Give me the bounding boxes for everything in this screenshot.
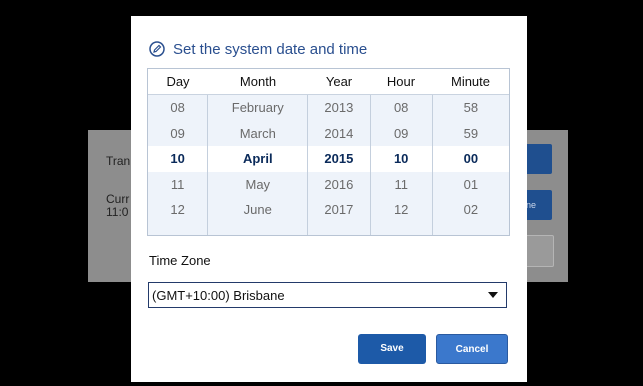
background-label: Curr — [106, 192, 130, 206]
wheel-option[interactable]: 58 — [433, 95, 509, 121]
date-time-picker[interactable]: Day Month Year Hour Minute 08 09 10 11 1… — [147, 68, 510, 236]
wheel-option[interactable]: May — [208, 172, 307, 198]
timezone-select[interactable]: (GMT+10:00) Brisbane — [148, 282, 507, 308]
wheel-option[interactable]: 11 — [148, 172, 207, 198]
dialog-title: Set the system date and time — [173, 40, 368, 58]
wheel-option-selected[interactable]: April — [208, 146, 308, 172]
wheel-option-selected[interactable]: 00 — [432, 146, 509, 172]
wheel-option[interactable]: 12 — [371, 197, 432, 223]
timezone-value: (GMT+10:00) Brisbane — [152, 287, 285, 303]
column-header-year: Year — [325, 74, 353, 89]
wheel-option[interactable]: March — [208, 121, 307, 147]
column-header-day: Day — [166, 74, 190, 89]
wheel-option[interactable]: 2017 — [308, 197, 369, 223]
caret-down-icon — [488, 292, 498, 298]
column-header-month: Month — [239, 74, 277, 89]
wheel-option[interactable]: 09 — [148, 121, 207, 147]
wheel-option[interactable]: June — [208, 197, 307, 223]
wheel-option[interactable]: 09 — [371, 121, 432, 147]
wheel-option-selected[interactable]: 10 — [370, 146, 432, 172]
wheel-option[interactable]: 08 — [148, 95, 207, 121]
minute-wheel[interactable]: 58 59 00 01 02 — [432, 95, 509, 235]
hour-wheel[interactable]: 08 09 10 11 12 — [370, 95, 433, 235]
picker-header: Day Month Year Hour Minute — [148, 69, 509, 95]
wheel-option[interactable]: 12 — [148, 197, 207, 223]
pencil-circle-icon — [149, 41, 165, 57]
timezone-label: Time Zone — [149, 253, 211, 268]
background-label: Tran — [106, 154, 131, 168]
wheel-option[interactable]: 2014 — [308, 121, 369, 147]
date-time-dialog: Set the system date and time Day Month Y… — [131, 16, 527, 382]
wheel-option[interactable]: 11 — [371, 172, 432, 198]
column-header-hour: Hour — [386, 74, 416, 89]
wheel-option[interactable]: February — [208, 95, 307, 121]
wheel-option[interactable]: 08 — [371, 95, 432, 121]
wheel-option-selected[interactable]: 10 — [148, 146, 208, 172]
save-button[interactable]: Save — [358, 334, 426, 364]
background-label: 11:0 — [106, 205, 129, 219]
year-wheel[interactable]: 2013 2014 2015 2016 2017 — [308, 95, 371, 235]
month-wheel[interactable]: February March April May June — [208, 95, 309, 235]
wheel-option[interactable]: 01 — [433, 172, 509, 198]
wheel-option[interactable]: 02 — [433, 197, 509, 223]
wheel-option[interactable]: 2016 — [308, 172, 369, 198]
wheel-option-selected[interactable]: 2015 — [308, 146, 370, 172]
wheel-option[interactable]: 59 — [433, 121, 509, 147]
day-wheel[interactable]: 08 09 10 11 12 — [148, 95, 209, 235]
cancel-button[interactable]: Cancel — [436, 334, 508, 364]
wheel-option[interactable]: 2013 — [308, 95, 369, 121]
column-header-minute: Minute — [450, 74, 491, 89]
dialog-header: Set the system date and time — [149, 40, 367, 58]
